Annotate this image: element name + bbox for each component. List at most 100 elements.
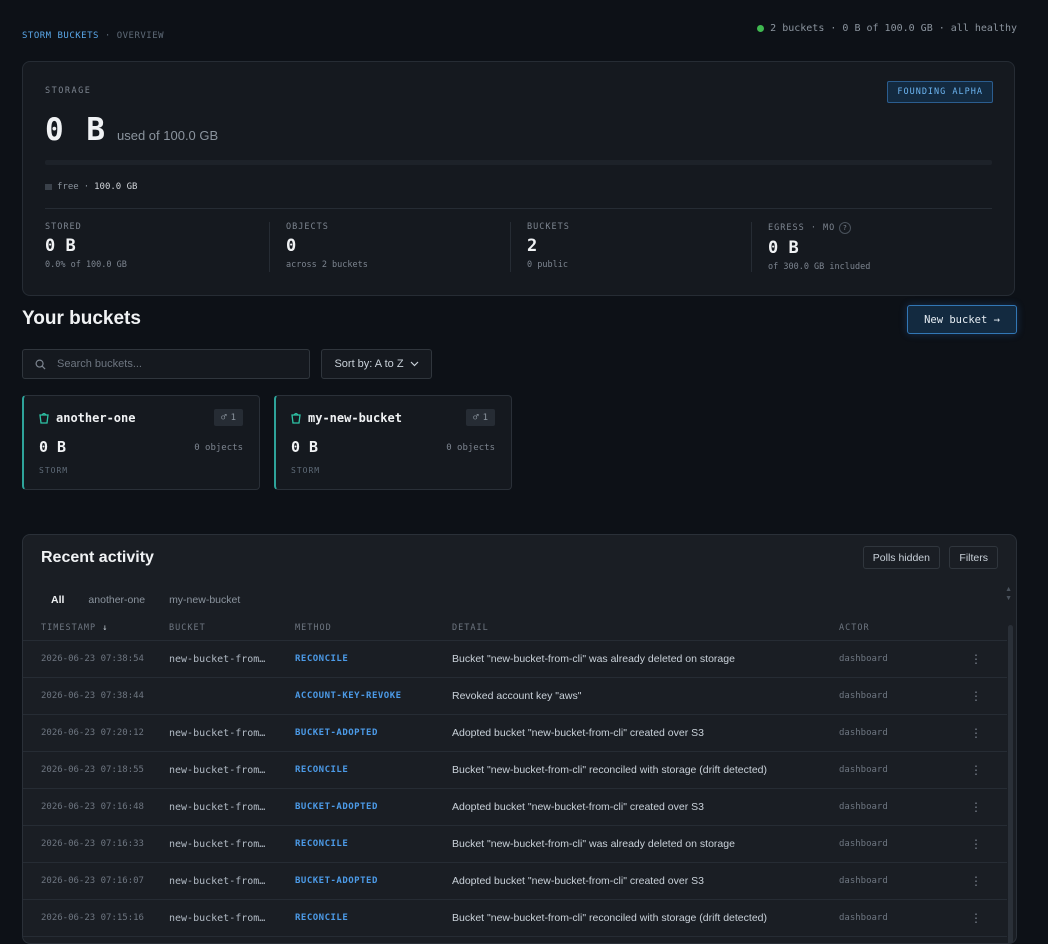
row-bucket: [169, 677, 295, 715]
scrollbar[interactable]: [1008, 625, 1013, 943]
kebab-menu-icon[interactable]: ⋮: [945, 899, 1007, 937]
bucket-object-count: 0 objects: [446, 443, 495, 453]
arrow-down-icon: ↓: [102, 622, 109, 633]
row-detail: Revoked account key "aws": [452, 677, 839, 715]
search-input[interactable]: [55, 357, 289, 371]
sort-select[interactable]: Sort by: A to Z: [321, 349, 432, 379]
row-actor: dashboard: [839, 825, 945, 863]
row-bucket: new-bucket-from…: [169, 788, 295, 826]
row-timestamp: 2026-06-23 07:20:12: [23, 714, 169, 752]
row-actor: dashboard: [839, 640, 945, 678]
column-header-actor: ACTOR: [839, 615, 945, 641]
bucket-card-another-one[interactable]: another-one ♂ 1 0 B 0 objects STORM: [22, 395, 260, 490]
row-detail: Bucket "new-bucket-from-cli" was already…: [452, 640, 839, 678]
stat-value: 0: [286, 236, 297, 256]
row-timestamp: 2026-06-23 07:38:54: [23, 640, 169, 678]
search-box[interactable]: [22, 349, 310, 379]
column-header-menu: [945, 615, 1007, 641]
table-row[interactable]: 2026-06-23 07:16:07 new-bucket-from… BUC…: [23, 862, 1007, 900]
table-row[interactable]: 2026-06-23 07:16:33 new-bucket-from… REC…: [23, 825, 1007, 863]
row-method: RECONCILE: [295, 751, 452, 789]
storage-usage-bar: [45, 160, 992, 165]
row-detail: Adopted bucket "new-bucket-from-cli" cre…: [452, 788, 839, 826]
column-header-method: METHOD: [295, 615, 452, 641]
column-header-bucket: BUCKET: [169, 615, 295, 641]
storage-label: STORAGE: [45, 86, 92, 96]
table-row[interactable]: 2026-06-23 07:38:54 new-bucket-from… REC…: [23, 640, 1007, 678]
free-legend: free · 100.0 GB: [45, 182, 137, 192]
key-icon: ♂: [473, 412, 479, 423]
activity-tabs: All another-one my-new-bucket: [41, 592, 250, 607]
bucket-size: 0 B: [291, 438, 319, 456]
stat-label-text: EGRESS · MO: [768, 223, 836, 233]
storage-card: STORAGE FOUNDING ALPHA 0 B used of 100.0…: [22, 61, 1015, 296]
kebab-menu-icon[interactable]: ⋮: [945, 788, 1007, 826]
polls-hidden-button[interactable]: Polls hidden: [862, 546, 940, 569]
kebab-menu-icon[interactable]: ⋮: [945, 825, 1007, 863]
row-actor: dashboard: [839, 862, 945, 900]
stat-buckets: BUCKETS 2 0 public: [510, 222, 751, 272]
brand-link[interactable]: STORM BUCKETS: [22, 31, 99, 41]
storage-stats: STORED 0 B 0.0% of 100.0 GB OBJECTS 0 ac…: [45, 222, 992, 272]
column-header-timestamp[interactable]: TIMESTAMP ↓: [23, 615, 169, 641]
bucket-provider-tag: STORM: [39, 466, 69, 475]
buckets-title: Your buckets: [22, 308, 141, 329]
bucket-name: my-new-bucket: [291, 411, 402, 425]
stat-value: 0 B: [45, 236, 76, 256]
row-timestamp: 2026-06-23 07:38:44: [23, 677, 169, 715]
row-timestamp: 2026-06-23 07:16:33: [23, 825, 169, 863]
storage-used-of: used of 100.0 GB: [117, 128, 219, 143]
sort-label: Sort by: A to Z: [334, 358, 404, 370]
bucket-key-count: ♂ 1: [466, 409, 495, 426]
stat-label: STORED: [45, 222, 82, 232]
row-method: BUCKET-ADOPTED: [295, 788, 452, 826]
help-icon[interactable]: ?: [839, 222, 852, 234]
kebab-menu-icon[interactable]: ⋮: [945, 640, 1007, 678]
stat-label: OBJECTS: [286, 222, 329, 232]
stat-stored: STORED 0 B 0.0% of 100.0 GB: [45, 222, 269, 272]
table-row[interactable]: 2026-06-23 07:38:44 ACCOUNT-KEY-REVOKE R…: [23, 677, 1007, 715]
scroll-arrows[interactable]: ▲ ▼: [1005, 585, 1012, 603]
column-header-detail: DETAIL: [452, 615, 839, 641]
row-bucket: new-bucket-from…: [169, 862, 295, 900]
kebab-menu-icon[interactable]: ⋮: [945, 862, 1007, 900]
table-row[interactable]: 2026-06-23 07:15:16 new-bucket-from… REC…: [23, 899, 1007, 937]
kebab-menu-icon[interactable]: ⋮: [945, 714, 1007, 752]
status-dot-icon: [757, 25, 765, 32]
bucket-card-my-new-bucket[interactable]: my-new-bucket ♂ 1 0 B 0 objects STORM: [274, 395, 512, 490]
kebab-menu-icon[interactable]: ⋮: [945, 677, 1007, 715]
row-actor: dashboard: [839, 899, 945, 937]
row-method: BUCKET-ADOPTED: [295, 714, 452, 752]
row-bucket: new-bucket-from…: [169, 825, 295, 863]
row-bucket: new-bucket-from…: [169, 640, 295, 678]
stat-sub: across 2 buckets: [286, 260, 368, 270]
table-row[interactable]: 2026-06-23 07:18:55 new-bucket-from… REC…: [23, 751, 1007, 789]
kebab-menu-icon[interactable]: ⋮: [945, 751, 1007, 789]
row-actor: dashboard: [839, 677, 945, 715]
row-detail: Adopted bucket "new-bucket-from-cli" cre…: [452, 714, 839, 752]
row-detail: Bucket "new-bucket-from-cli" reconciled …: [452, 899, 839, 937]
stat-sub: of 300.0 GB included: [768, 262, 871, 272]
row-bucket: new-bucket-from…: [169, 714, 295, 752]
bucket-name: another-one: [39, 411, 135, 425]
search-icon: [35, 359, 46, 370]
stat-label: EGRESS · MO ?: [768, 222, 992, 234]
table-row[interactable]: 2026-06-23 07:20:12 new-bucket-from… BUC…: [23, 714, 1007, 752]
bucket-name-text: another-one: [56, 411, 136, 425]
tab-my-new-bucket[interactable]: my-new-bucket: [159, 592, 250, 607]
bucket-icon: [291, 412, 301, 424]
row-method: ACCOUNT-KEY-REVOKE: [295, 677, 452, 715]
tab-all[interactable]: All: [41, 592, 74, 607]
new-bucket-button[interactable]: New bucket →: [907, 305, 1017, 334]
table-row[interactable]: 2026-06-23 07:16:48 new-bucket-from… BUC…: [23, 788, 1007, 826]
activity-title: Recent activity: [41, 549, 154, 566]
filters-button[interactable]: Filters: [949, 546, 998, 569]
free-separator: ·: [83, 182, 90, 192]
health-status: 2 buckets · 0 B of 100.0 GB · all health…: [757, 23, 1017, 34]
divider: [45, 208, 992, 209]
tab-another-one[interactable]: another-one: [78, 592, 155, 607]
row-method: BUCKET-ADOPTED: [295, 862, 452, 900]
status-text: 2 buckets · 0 B of 100.0 GB · all health…: [770, 23, 1017, 34]
row-detail: Bucket "new-bucket-from-cli" was already…: [452, 825, 839, 863]
storage-used: 0 B used of 100.0 GB: [45, 112, 218, 148]
